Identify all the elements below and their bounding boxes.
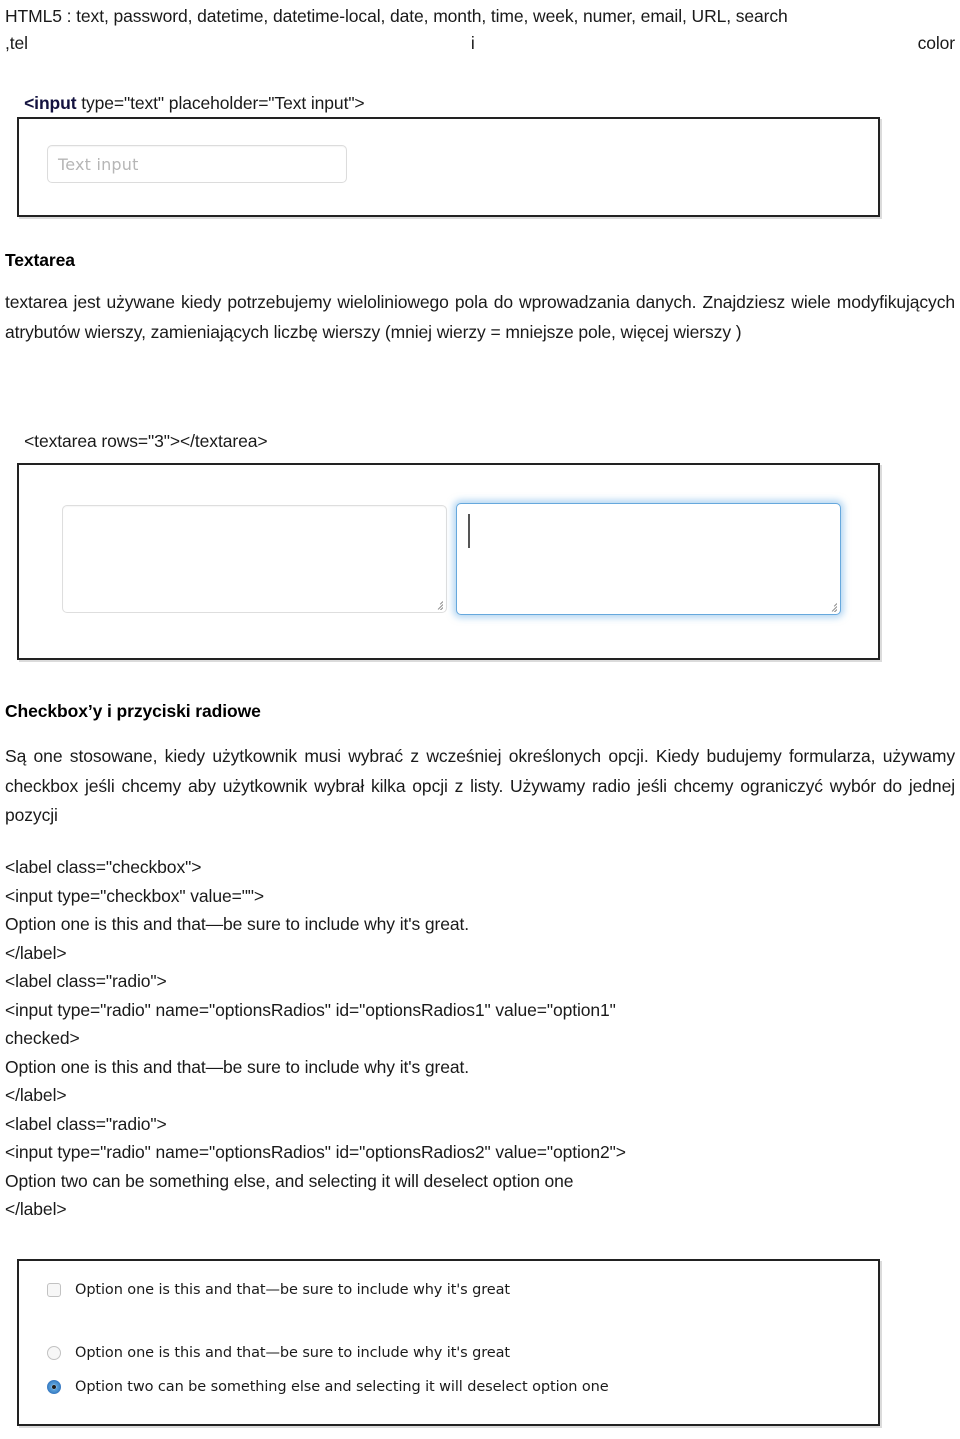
- tel-color-line: ,tel i color: [5, 29, 955, 59]
- code-line: <input type="radio" name="optionsRadios"…: [5, 1142, 626, 1162]
- radio-row-one[interactable]: Option one is this and that—be sure to i…: [47, 1340, 847, 1365]
- code-line: </label>: [5, 1085, 67, 1105]
- code-line: <input type="checkbox" value="">: [5, 885, 265, 906]
- code-line: Option one is this and that—be sure to i…: [5, 1056, 470, 1077]
- textarea-focused[interactable]: [456, 503, 841, 615]
- code-line: checked>: [5, 1028, 80, 1048]
- radio-checked-icon[interactable]: [47, 1379, 61, 1394]
- checkbox-heading-text: Checkbox’y i przyciski radiowe: [5, 701, 261, 721]
- tel-label: ,tel: [5, 33, 28, 53]
- text-caret: [468, 514, 470, 548]
- code-line: </label>: [5, 1199, 67, 1219]
- checkbox-code-block: <label class="checkbox"> <input type="ch…: [5, 853, 955, 1224]
- input-code-tag: <input: [24, 92, 77, 113]
- html5-input-types-text: HTML5 : text, password, datetime, dateti…: [5, 6, 788, 26]
- resize-grip-icon[interactable]: [825, 600, 837, 612]
- checkbox-row[interactable]: Option one is this and that—be sure to i…: [47, 1277, 847, 1302]
- input-code-attrs: type="text" placeholder="Text input">: [76, 92, 365, 113]
- textarea-heading: Textarea: [5, 246, 955, 276]
- textarea-code-text: <textarea rows="3"></textarea>: [24, 430, 268, 451]
- code-line: <label class="radio">: [5, 1113, 167, 1134]
- checkbox-radio-list: Option one is this and that—be sure to i…: [47, 1277, 847, 1399]
- text-input-placeholder: Text input: [58, 154, 139, 174]
- checkbox-icon[interactable]: [47, 1282, 61, 1297]
- checkbox-radio-screenshot-figure: Option one is this and that—be sure to i…: [17, 1259, 880, 1426]
- radio-row-two-label: Option two can be something else and sel…: [75, 1378, 609, 1395]
- checkbox-description-text: Są one stosowane, kiedy użytkownik musi …: [5, 746, 955, 825]
- checkbox-description: Są one stosowane, kiedy użytkownik musi …: [5, 742, 955, 831]
- textarea-description-text: textarea jest używane kiedy potrzebujemy…: [5, 292, 955, 342]
- code-line: Option two can be something else, and se…: [5, 1170, 574, 1191]
- code-line: <label class="checkbox">: [5, 857, 202, 877]
- radio-icon[interactable]: [47, 1345, 61, 1360]
- radio-row-one-label: Option one is this and that—be sure to i…: [75, 1344, 510, 1361]
- textarea-unfocused[interactable]: [62, 505, 447, 613]
- html5-input-types-line: HTML5 : text, password, datetime, dateti…: [5, 2, 955, 32]
- text-input-field[interactable]: Text input: [47, 145, 347, 183]
- textarea-heading-text: Textarea: [5, 250, 75, 270]
- checkbox-heading: Checkbox’y i przyciski radiowe: [5, 697, 955, 727]
- radio-row-two[interactable]: Option two can be something else and sel…: [47, 1374, 847, 1399]
- textarea-screenshot-figure: [17, 463, 880, 660]
- color-label: color: [917, 33, 956, 53]
- resize-grip-icon[interactable]: [431, 598, 443, 610]
- textarea-description: textarea jest używane kiedy potrzebujemy…: [5, 288, 955, 347]
- i-label: i: [470, 33, 475, 53]
- document-page: HTML5 : text, password, datetime, dateti…: [0, 0, 960, 1439]
- code-line: <input type="radio" name="optionsRadios"…: [5, 999, 616, 1020]
- text-input-screenshot-figure: Text input: [17, 117, 880, 217]
- code-line: </label>: [5, 942, 67, 963]
- code-line: Option one is this and that—be sure to i…: [5, 914, 470, 934]
- code-line: <label class="radio">: [5, 971, 167, 991]
- checkbox-row-label: Option one is this and that—be sure to i…: [75, 1281, 510, 1298]
